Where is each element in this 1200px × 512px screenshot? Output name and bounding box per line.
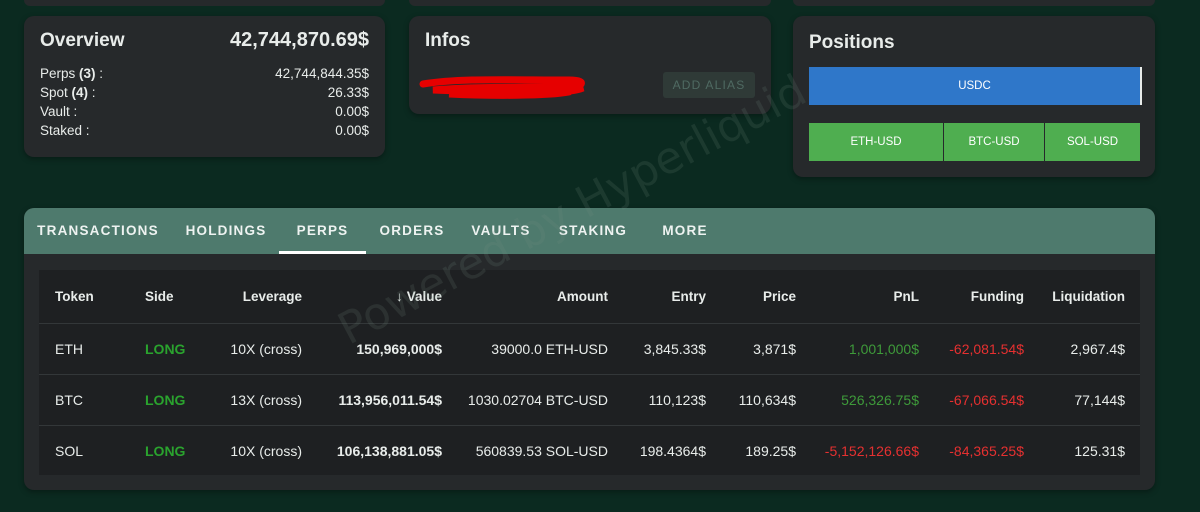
eth-usd-position-button[interactable]: ETH-USD <box>809 123 943 161</box>
header-pnl[interactable]: PnL <box>819 270 920 323</box>
cell-pnl: 526,326.75$ <box>841 392 919 408</box>
overview-title: Overview <box>40 30 125 51</box>
tab-bar: TRANSACTIONS HOLDINGS PERPS ORDERS VAULT… <box>24 208 1155 254</box>
tab-staking[interactable]: STAKING <box>551 208 635 254</box>
cell-amount: 1030.02704 BTC-USD <box>467 392 608 408</box>
positions-title: Positions <box>809 32 895 53</box>
cell-liquidation: 2,967.4$ <box>1070 341 1126 357</box>
cell-entry: 3,845.33$ <box>643 341 706 357</box>
row-value: 42,744,844.35$ <box>275 66 369 81</box>
overview-card: Overview 42,744,870.69$ Perps (3) : 42,7… <box>24 16 385 157</box>
overview-total: 42,744,870.69$ <box>229 29 369 51</box>
tab-holdings[interactable]: HOLDINGS <box>176 208 276 254</box>
cell-token: SOL <box>55 443 84 459</box>
cell-entry: 198.4364$ <box>639 443 706 459</box>
cell-pnl: -5,152,126.66$ <box>824 443 919 459</box>
cell-price: 110,634$ <box>738 392 796 408</box>
cell-liquidation: 125.31$ <box>1074 443 1125 459</box>
cell-liquidation: 77,144$ <box>1074 392 1125 408</box>
card-top-stub <box>793 0 1155 6</box>
header-value-label: Value <box>406 289 442 304</box>
header-amount[interactable]: Amount <box>489 270 608 323</box>
cell-side: LONG <box>145 392 186 408</box>
table-row[interactable]: SOL LONG 10X (cross) 106,138,881.05$ 560… <box>39 426 1140 476</box>
cell-value: 113,956,011.54$ <box>338 392 442 408</box>
header-liquidation[interactable]: Liquidation <box>1029 270 1125 323</box>
cell-side: LONG <box>145 341 186 357</box>
row-label: Vault : <box>40 104 78 119</box>
row-label: Staked : <box>40 123 90 138</box>
header-entry[interactable]: Entry <box>619 270 706 323</box>
cell-price: 189.25$ <box>745 443 796 459</box>
infos-title: Infos <box>425 30 471 51</box>
card-top-stub <box>24 0 385 6</box>
cell-funding: -67,066.54$ <box>949 392 1024 408</box>
row-label: Perps <box>40 66 80 81</box>
cell-value: 150,969,000$ <box>356 341 442 357</box>
tab-orders[interactable]: ORDERS <box>372 208 452 254</box>
header-value[interactable]: ↓ Value <box>339 270 442 323</box>
usdc-position-bar[interactable]: USDC <box>809 67 1142 105</box>
cell-funding: -62,081.54$ <box>949 341 1024 357</box>
cell-side: LONG <box>145 443 186 459</box>
row-count: (3) <box>79 66 96 81</box>
row-label: Spot <box>40 85 72 100</box>
perps-table: Token Side Leverage ↓ Value Amount Entry … <box>39 270 1140 475</box>
table-header: Token Side Leverage ↓ Value Amount Entry … <box>39 270 1140 324</box>
positions-card: Positions USDC ETH-USD BTC-USD SOL-USD <box>793 16 1155 177</box>
cell-amount: 39000.0 ETH-USD <box>491 341 608 357</box>
row-value: 0.00$ <box>335 104 369 119</box>
tab-more[interactable]: MORE <box>653 208 717 254</box>
card-top-stub <box>409 0 771 6</box>
cell-leverage: 10X (cross) <box>230 443 302 459</box>
tab-perps[interactable]: PERPS <box>279 208 366 254</box>
cell-entry: 110,123$ <box>648 392 706 408</box>
cell-token: ETH <box>55 341 83 357</box>
cell-price: 3,871$ <box>753 341 796 357</box>
cell-amount: 560839.53 SOL-USD <box>475 443 608 459</box>
cell-token: BTC <box>55 392 83 408</box>
redaction-scribble <box>419 76 585 99</box>
tabs-panel: TRANSACTIONS HOLDINGS PERPS ORDERS VAULT… <box>24 208 1155 490</box>
header-price[interactable]: Price <box>719 270 796 323</box>
row-label-suffix: : <box>95 66 104 81</box>
tab-transactions[interactable]: TRANSACTIONS <box>34 208 162 254</box>
add-alias-button[interactable]: ADD ALIAS <box>663 72 755 98</box>
cell-funding: -84,365.25$ <box>949 443 1024 459</box>
overview-row-perps: Perps (3) : 42,744,844.35$ <box>40 66 369 85</box>
table-row[interactable]: ETH LONG 10X (cross) 150,969,000$ 39000.… <box>39 324 1140 375</box>
sort-down-icon: ↓ <box>395 289 403 304</box>
overview-row-spot: Spot (4) : 26.33$ <box>40 85 369 104</box>
cell-value: 106,138,881.05$ <box>336 443 442 459</box>
table-row[interactable]: BTC LONG 13X (cross) 113,956,011.54$ 103… <box>39 375 1140 426</box>
row-value: 0.00$ <box>335 123 369 138</box>
row-value: 26.33$ <box>327 85 369 100</box>
row-label-suffix: : <box>88 85 96 100</box>
overview-row-staked: Staked : 0.00$ <box>40 123 369 142</box>
header-token[interactable]: Token <box>55 270 94 323</box>
active-tab-indicator <box>279 251 366 254</box>
row-count: (4) <box>71 85 89 100</box>
sol-usd-position-button[interactable]: SOL-USD <box>1045 123 1140 161</box>
header-leverage[interactable]: Leverage <box>199 270 302 323</box>
header-funding[interactable]: Funding <box>929 270 1024 323</box>
btc-usd-position-button[interactable]: BTC-USD <box>944 123 1044 161</box>
cell-leverage: 10X (cross) <box>230 341 302 357</box>
overview-row-vault: Vault : 0.00$ <box>40 104 369 123</box>
header-side[interactable]: Side <box>145 270 174 323</box>
cell-leverage: 13X (cross) <box>230 392 302 408</box>
cell-pnl: 1,001,000$ <box>848 341 919 357</box>
infos-card: Infos ADD ALIAS <box>409 16 771 114</box>
tab-vaults[interactable]: VAULTS <box>464 208 538 254</box>
